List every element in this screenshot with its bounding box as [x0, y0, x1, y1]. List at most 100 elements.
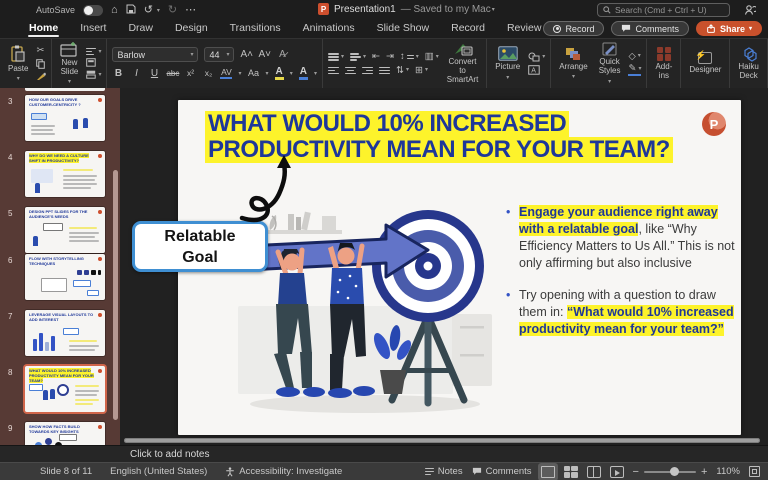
text-box-button[interactable]: A: [528, 65, 545, 75]
normal-view-button[interactable]: [541, 466, 555, 478]
accessibility-status[interactable]: Accessibility: Investigate: [225, 466, 342, 477]
text-direction-button[interactable]: ⇅▾: [396, 66, 409, 76]
slide-sorter-view-button[interactable]: [564, 466, 578, 478]
zoom-slider[interactable]: [644, 471, 696, 473]
new-slide-dropdown-icon[interactable]: ▾: [68, 78, 71, 85]
align-left-button[interactable]: [328, 67, 339, 75]
tab-design[interactable]: Design: [164, 20, 219, 38]
fit-to-window-icon[interactable]: [749, 466, 760, 477]
shape-outline-button[interactable]: ✎▾: [628, 64, 641, 76]
zoom-in-button[interactable]: +: [701, 466, 707, 478]
tab-home[interactable]: Home: [18, 20, 69, 38]
horizontal-scrollbar[interactable]: [124, 438, 760, 443]
text-highlight-button[interactable]: A: [275, 66, 284, 80]
increase-indent-button[interactable]: ⇥: [386, 52, 394, 62]
zoom-slider-knob[interactable]: [670, 467, 679, 476]
new-slide-button[interactable]: New Slide▾: [57, 40, 81, 88]
bullets-button[interactable]: ▾: [328, 53, 344, 61]
comments-button[interactable]: Comments: [611, 21, 689, 36]
share-people-icon[interactable]: [744, 4, 756, 19]
language-indicator[interactable]: English (United States): [110, 466, 207, 477]
zoom-control[interactable]: − +: [633, 466, 708, 478]
tab-slide-show[interactable]: Slide Show: [366, 20, 441, 38]
autosave-toggle[interactable]: [83, 5, 103, 16]
superscript-button[interactable]: x²: [184, 68, 196, 78]
line-spacing-button[interactable]: ↕▾: [400, 52, 419, 62]
reset-button[interactable]: [86, 58, 101, 67]
font-name-select[interactable]: Barlow▾: [112, 47, 198, 62]
designer-button[interactable]: Designer: [686, 50, 724, 77]
align-right-button[interactable]: [362, 67, 373, 75]
tab-transitions[interactable]: Transitions: [219, 20, 292, 38]
undo-dropdown-icon[interactable]: ▾: [157, 7, 160, 14]
subscript-button[interactable]: x₂: [202, 68, 214, 78]
doc-saved-status[interactable]: — Saved to my Mac: [401, 4, 491, 15]
title-dropdown-icon[interactable]: ▾: [492, 6, 495, 13]
notes-pane[interactable]: Click to add notes: [0, 445, 768, 462]
layout-button[interactable]: ▾: [86, 48, 101, 56]
more-commands-icon[interactable]: ⋯: [185, 5, 196, 16]
tab-draw[interactable]: Draw: [117, 20, 164, 38]
relatable-goal-callout[interactable]: Relatable Goal: [132, 221, 268, 272]
picture-dropdown-icon[interactable]: ▾: [506, 74, 509, 81]
font-color-button[interactable]: A: [299, 66, 308, 80]
paste-button[interactable]: Paste▾: [5, 43, 31, 85]
save-icon[interactable]: [126, 4, 136, 17]
align-center-button[interactable]: [345, 67, 356, 75]
grow-font-button[interactable]: A˄: [240, 49, 252, 60]
share-button[interactable]: Share▾: [696, 21, 762, 36]
sidebar-scrollbar[interactable]: [113, 170, 118, 420]
tab-record[interactable]: Record: [440, 20, 496, 38]
copy-button[interactable]: [36, 59, 46, 69]
shrink-font-button[interactable]: A˅: [258, 49, 270, 60]
font-size-select[interactable]: 44▾: [204, 47, 234, 62]
comments-toggle-button[interactable]: Comments: [472, 466, 532, 477]
strikethrough-button[interactable]: abc: [166, 69, 178, 78]
convert-smartart-button[interactable]: Convert to SmartArt: [444, 40, 482, 86]
thumbnail-slide-9[interactable]: 9 SHOW HOW FACTS BUILD TOWARDS KEY INSIG…: [0, 422, 120, 445]
tab-animations[interactable]: Animations: [292, 20, 366, 38]
italic-button[interactable]: I: [130, 68, 142, 79]
thumbnail-slide-3[interactable]: 3 HOW OUR GOALS DRIVE CUSTOMER-CENTRICIT…: [0, 95, 120, 145]
zoom-percentage[interactable]: 110%: [716, 466, 740, 477]
bold-button[interactable]: B: [112, 68, 124, 79]
slide-bullet-list[interactable]: • Engage your audience right away with a…: [506, 204, 738, 353]
slide-2-thumbnail-partial[interactable]: [25, 88, 105, 91]
thumbnail-slide-6[interactable]: 6 FLOW WITH STORYTELLING TECHNIQUES: [0, 254, 120, 304]
arrange-button[interactable]: Arrange▾: [556, 45, 590, 83]
shape-fill-button[interactable]: ◇▾: [628, 52, 641, 62]
home-icon[interactable]: ⌂: [111, 5, 118, 16]
justify-button[interactable]: [379, 67, 390, 75]
thumbnail-slide-8-selected[interactable]: WHAT WOULD 10% INCREASED PRODUCTIVITY ME…: [25, 366, 105, 412]
shapes-button[interactable]: ▾: [528, 52, 545, 62]
thumbnail-slide-8[interactable]: 8 WHAT WOULD 10% INCREASED PRODUCTIVITY …: [0, 366, 120, 416]
format-painter-button[interactable]: [36, 72, 46, 81]
numbering-button[interactable]: ▾: [350, 53, 366, 61]
cut-button[interactable]: ✂: [36, 46, 46, 56]
character-spacing-button[interactable]: AV: [220, 67, 232, 79]
paste-dropdown-icon[interactable]: ▾: [17, 75, 20, 82]
align-text-button[interactable]: ⊞▾: [415, 66, 428, 76]
search-input[interactable]: Search (Cmd + Ctrl + U): [597, 3, 730, 17]
thumbnail-slide-4[interactable]: 4 WHY DO WE NEED A CULTURE SHIFT IN PROD…: [0, 151, 120, 201]
zoom-out-button[interactable]: −: [633, 466, 639, 478]
notes-toggle-button[interactable]: Notes: [425, 466, 463, 477]
section-button[interactable]: ▾: [86, 70, 101, 79]
record-button[interactable]: Record: [543, 21, 604, 36]
underline-button[interactable]: U: [148, 68, 160, 79]
reading-view-button[interactable]: [587, 466, 601, 478]
decrease-indent-button[interactable]: ⇤: [372, 52, 380, 62]
thumbnail-slide-7[interactable]: 7 LEVERAGE VISUAL LAYOUTS TO ADD INTERES…: [0, 310, 120, 360]
columns-button[interactable]: ▥▾: [425, 52, 439, 62]
slideshow-button[interactable]: [610, 466, 624, 478]
addins-button[interactable]: Add-ins: [652, 45, 675, 83]
change-case-button[interactable]: Aa: [248, 68, 260, 78]
notes-placeholder[interactable]: Click to add notes: [130, 449, 210, 460]
quick-styles-button[interactable]: Quick Styles▾: [596, 40, 624, 87]
thumbnail-slide-5[interactable]: 5 DESIGN PPT SLIDES FOR THE AUDIENCE'S N…: [0, 207, 120, 257]
haiku-deck-button[interactable]: Haiku Deck: [735, 45, 761, 83]
undo-icon[interactable]: ↺: [144, 5, 153, 16]
clear-formatting-button[interactable]: A̷: [276, 49, 288, 60]
picture-button[interactable]: Picture▾: [492, 44, 523, 83]
tab-insert[interactable]: Insert: [69, 20, 117, 38]
